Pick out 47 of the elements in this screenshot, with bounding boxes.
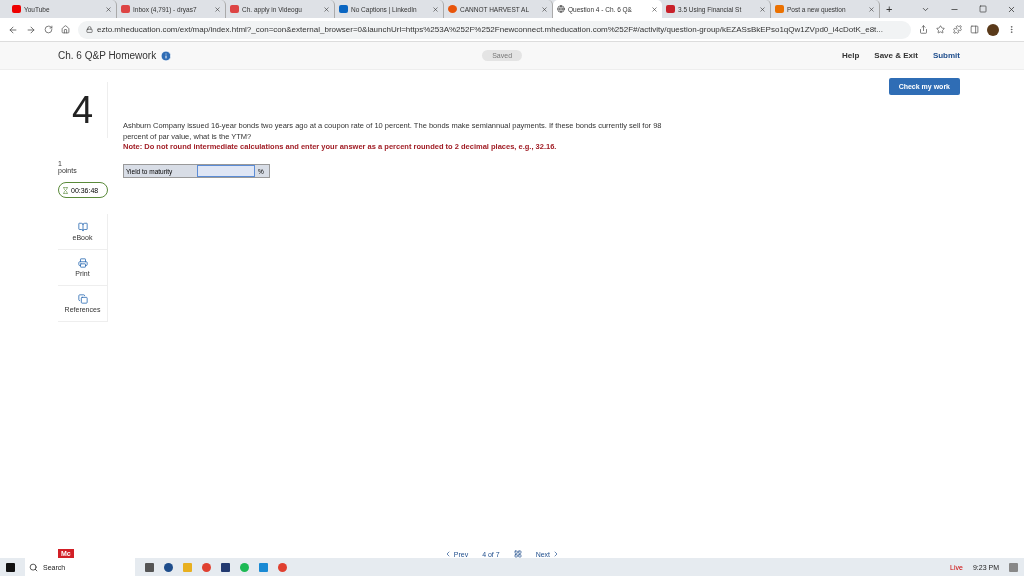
close-icon[interactable]: [1007, 4, 1016, 14]
avatar[interactable]: [987, 23, 999, 36]
maximize-icon[interactable]: [979, 5, 987, 13]
puzzle-icon[interactable]: [953, 25, 962, 34]
site-icon: [448, 5, 457, 13]
close-icon[interactable]: [432, 5, 439, 13]
printer-icon: [77, 258, 88, 268]
menu-icon[interactable]: [1007, 25, 1016, 34]
back-icon[interactable]: [8, 24, 18, 35]
site-icon: [775, 5, 784, 13]
address-bar[interactable]: ezto.mheducation.com/ext/map/index.html?_con=con&external_browser=0&launchUrl=https%253A%252F%252Fnewconnect.mheducation.com%252F#/activity/question-group/kEZASsBkEPso1qQw1ZVpd0_i4cDotK_e8t...: [78, 20, 911, 39]
question-number: 4: [58, 82, 108, 138]
site-icon: [339, 5, 348, 13]
close-icon[interactable]: [759, 5, 766, 13]
close-icon[interactable]: [651, 5, 658, 13]
close-icon[interactable]: [541, 5, 548, 13]
search-icon: [29, 562, 38, 572]
site-icon: [230, 5, 239, 13]
home-icon[interactable]: [61, 25, 70, 34]
url-text: ezto.mheducation.com/ext/map/index.html?_con=con&external_browser=0&launchUrl=https%253A%252F%252Fnewconnect.mheducation.com%252F#/activity/question-group/kEZASsBkEPso1qQw1ZVpd0_i4cDotK_e8t...: [97, 25, 883, 34]
site-icon: [121, 5, 130, 13]
close-icon[interactable]: [868, 5, 875, 13]
close-icon[interactable]: [105, 5, 112, 13]
close-icon[interactable]: [323, 5, 330, 13]
header-link[interactable]: Help: [841, 51, 860, 60]
grid-icon[interactable]: [513, 550, 522, 558]
book-icon: [77, 222, 88, 232]
header-link[interactable]: Save & Exit: [874, 51, 918, 60]
forward-icon[interactable]: [26, 24, 36, 35]
info-icon[interactable]: [160, 49, 173, 62]
lock-icon: [86, 26, 93, 33]
assignment-title: Ch. 6 Q&P Homework: [58, 50, 157, 61]
close-icon[interactable]: [214, 5, 221, 13]
site-icon: [12, 5, 21, 13]
reload-icon[interactable]: [44, 25, 53, 34]
globe-icon: [557, 5, 565, 13]
notification-icon[interactable]: [1009, 562, 1018, 572]
side-panel-icon[interactable]: [970, 25, 979, 34]
answer-field[interactable]: [197, 165, 255, 177]
pages-icon: [77, 294, 88, 304]
windows-icon[interactable]: [6, 562, 15, 572]
star-icon[interactable]: [936, 25, 945, 34]
site-icon: [666, 5, 675, 13]
new-tab-button[interactable]: +: [886, 3, 893, 15]
share-icon[interactable]: [919, 25, 928, 34]
hourglass-icon: [62, 186, 69, 194]
header-link[interactable]: Submit: [932, 51, 960, 60]
